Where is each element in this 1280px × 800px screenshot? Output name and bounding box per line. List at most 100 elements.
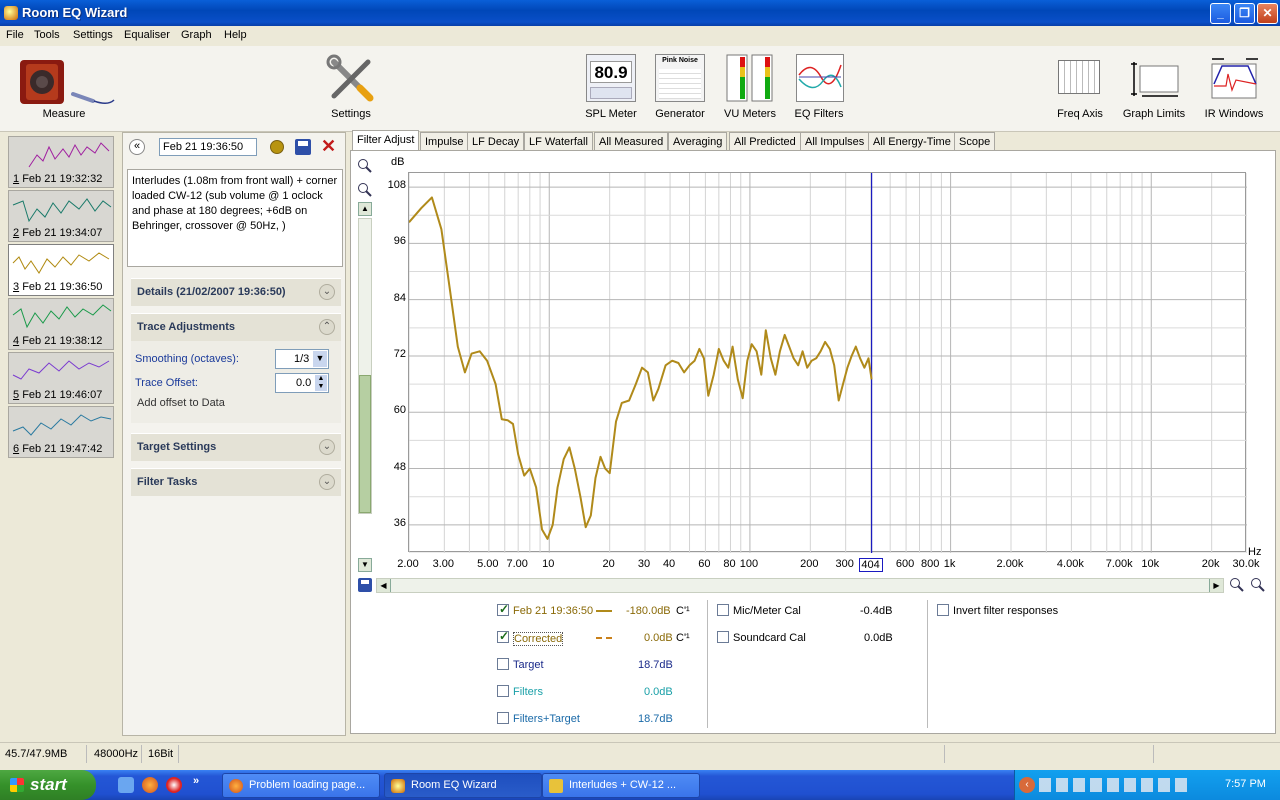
tab-averaging[interactable]: Averaging <box>668 132 728 152</box>
soundcard-cal-label: Soundcard Cal <box>733 632 806 644</box>
tab-all-predicted[interactable]: All Predicted <box>729 132 801 152</box>
collapse-panel-button[interactable]: « <box>129 139 145 155</box>
zoom-in-x-icon[interactable] <box>1229 577 1245 593</box>
scroll-left-button[interactable]: ◀ <box>377 579 391 592</box>
task-interludes[interactable]: Interludes + CW-12 ... <box>542 773 700 798</box>
measurement-item[interactable]: 2 Feb 21 19:34:07 <box>8 190 114 242</box>
save-icon[interactable] <box>295 139 311 155</box>
app-icon <box>391 779 405 793</box>
vertical-scroll-thumb[interactable] <box>359 375 371 513</box>
x-tick-label: 1k <box>943 558 956 570</box>
generator-button[interactable]: Pink Noise <box>655 54 705 102</box>
graph-limits-button[interactable] <box>1130 60 1180 98</box>
filter-tasks-section[interactable]: Filter Tasks ⌄ <box>131 468 341 496</box>
tab-all-measured[interactable]: All Measured <box>594 132 669 152</box>
scroll-right-button[interactable]: ▶ <box>1209 579 1223 592</box>
horizontal-scrollbar[interactable]: ◀ ▶ <box>376 578 1224 593</box>
target-checkbox[interactable] <box>497 658 509 670</box>
zoom-out-x-icon[interactable] <box>1250 577 1266 593</box>
details-section[interactable]: Details (21/02/2007 19:36:50) ⌄ <box>131 278 341 306</box>
trace-checkbox[interactable] <box>497 602 509 616</box>
scroll-down-button[interactable]: ▼ <box>358 558 372 572</box>
smoothing-select[interactable]: 1/3 ▼ <box>275 349 329 369</box>
save-graph-icon[interactable] <box>358 578 372 592</box>
spl-meter-button[interactable]: 80.9 <box>586 54 636 102</box>
soundcard-cal-checkbox[interactable] <box>717 631 729 643</box>
menu-help[interactable]: Help <box>224 29 247 41</box>
menu-settings[interactable]: Settings <box>73 29 113 41</box>
target-settings-section[interactable]: Target Settings ⌄ <box>131 433 341 461</box>
frequency-response-plot[interactable] <box>408 172 1248 554</box>
settings-label: Settings <box>331 108 371 120</box>
start-label: start <box>30 775 67 794</box>
zoom-out-icon[interactable] <box>357 182 373 198</box>
tab-filter-adjust[interactable]: Filter Adjust <box>352 130 420 151</box>
media-icon[interactable] <box>166 777 182 793</box>
measurement-item[interactable]: 4 Feb 21 19:38:12 <box>8 298 114 350</box>
add-offset-button[interactable]: Add offset to Data <box>137 397 225 409</box>
eq-filters-button[interactable] <box>796 54 844 102</box>
tab-all-impulses[interactable]: All Impulses <box>800 132 870 152</box>
spl-value: 80.9 <box>590 61 632 83</box>
zoom-in-icon[interactable] <box>357 158 373 174</box>
delete-icon[interactable]: ✕ <box>321 136 336 157</box>
mic-cal-checkbox[interactable] <box>717 604 729 616</box>
tab-impulse[interactable]: Impulse <box>420 132 469 152</box>
scroll-up-button[interactable]: ▲ <box>358 202 372 216</box>
tray-icons[interactable] <box>1039 778 1189 792</box>
firefox-icon[interactable] <box>142 777 158 793</box>
maximize-button[interactable]: ❐ <box>1234 3 1255 24</box>
menu-tools[interactable]: Tools <box>34 29 60 41</box>
y-axis-unit: dB <box>391 156 405 168</box>
filters-target-label: Filters+Target <box>513 713 580 725</box>
measurement-item[interactable]: 5 Feb 21 19:46:07 <box>8 352 114 404</box>
measurement-item[interactable]: 1 Feb 21 19:32:32 <box>8 136 114 188</box>
x-tick-label: 40 <box>662 558 676 570</box>
measure-button[interactable] <box>18 56 115 112</box>
filters-target-checkbox[interactable] <box>497 712 509 724</box>
tab-all-energy-time[interactable]: All Energy-Time <box>868 132 956 152</box>
menu-equaliser[interactable]: Equaliser <box>124 29 170 41</box>
corrected-checkbox[interactable] <box>497 629 509 643</box>
filters-checkbox[interactable] <box>497 685 509 697</box>
expand-icon[interactable]: ⌄ <box>319 474 335 490</box>
menu-file[interactable]: File <box>6 29 24 41</box>
measurement-item[interactable]: 6 Feb 21 19:47:42 <box>8 406 114 458</box>
tab-lf-decay[interactable]: LF Decay <box>467 132 525 152</box>
vu-meters-button[interactable] <box>726 54 774 102</box>
tab-lf-waterfall[interactable]: LF Waterfall <box>524 132 593 152</box>
eq-filters-label: EQ Filters <box>794 108 844 120</box>
trace-colour-button[interactable] <box>270 140 284 154</box>
dropdown-arrow-icon[interactable]: ▼ <box>313 351 327 367</box>
corrected-unit: C'¹ <box>676 632 690 644</box>
menu-graph[interactable]: Graph <box>181 29 212 41</box>
expand-icon[interactable]: ⌄ <box>319 284 335 300</box>
task-room-eq-wizard[interactable]: Room EQ Wizard <box>384 773 542 798</box>
measurement-item-selected[interactable]: 3 Feb 21 19:36:50 <box>8 244 114 296</box>
measurement-label: 6 Feb 21 19:47:42 <box>13 443 103 455</box>
corrected-value: 0.0dB <box>644 632 673 644</box>
freq-axis-button[interactable] <box>1058 60 1100 94</box>
start-button[interactable]: start <box>0 770 96 800</box>
measurement-name-input[interactable] <box>159 138 257 156</box>
spinner-arrows-icon[interactable]: ▲ ▼ <box>315 375 327 391</box>
filter-tasks-title: Filter Tasks <box>137 476 198 488</box>
trace-offset-spinner[interactable]: 0.0 ▲ ▼ <box>275 373 329 393</box>
vertical-scrollbar[interactable] <box>358 218 372 514</box>
tray-expand-icon[interactable]: ‹ <box>1019 777 1035 793</box>
settings-button[interactable] <box>326 54 376 104</box>
notes-textarea[interactable]: Interludes (1.08m from front wall) + cor… <box>127 169 343 267</box>
ir-windows-button[interactable] <box>1210 56 1260 100</box>
ir-windows-label: IR Windows <box>1204 108 1264 120</box>
measurement-label: 3 Feb 21 19:36:50 <box>13 281 103 293</box>
close-button[interactable]: ✕ <box>1257 3 1278 24</box>
trace-adjustments-section[interactable]: Trace Adjustments ⌃ <box>131 313 341 341</box>
minimize-button[interactable]: _ <box>1210 3 1231 24</box>
expand-icon[interactable]: ⌄ <box>319 439 335 455</box>
invert-filter-checkbox[interactable] <box>937 604 949 616</box>
collapse-icon[interactable]: ⌃ <box>319 319 335 335</box>
show-desktop-icon[interactable] <box>118 777 134 793</box>
tab-scope[interactable]: Scope <box>954 132 996 152</box>
task-problem-loading[interactable]: Problem loading page... <box>222 773 380 798</box>
quicklaunch-more-icon[interactable]: » <box>193 775 199 787</box>
